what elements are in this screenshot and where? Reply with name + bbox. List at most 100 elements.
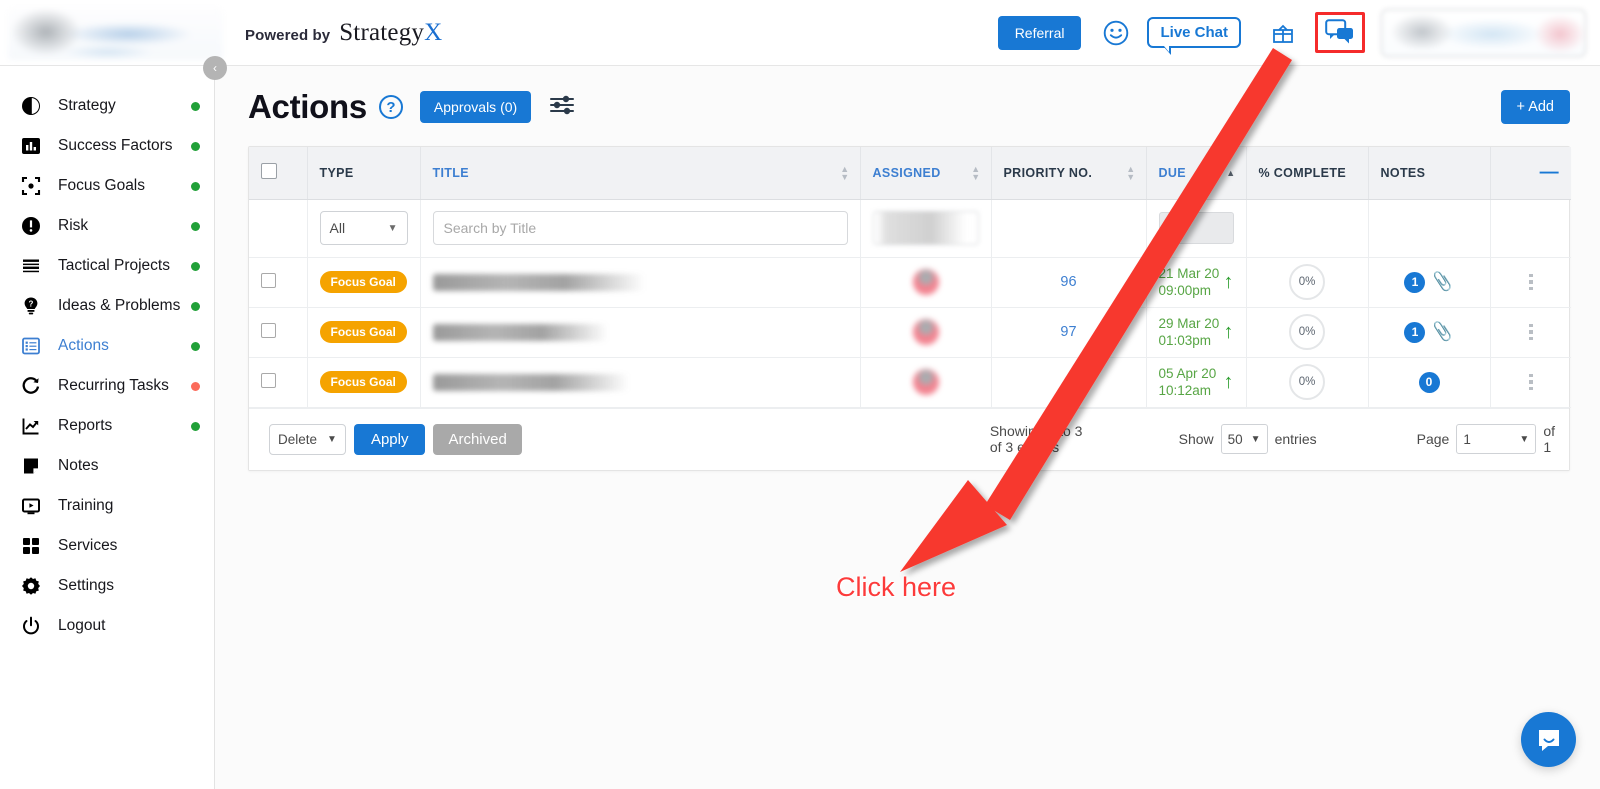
chat-bubbles-button[interactable]	[1315, 12, 1365, 53]
sidebar-collapse-button[interactable]: ‹	[203, 56, 227, 80]
row-assigned-cell	[860, 357, 992, 408]
column-due[interactable]: DUE ▲	[1146, 147, 1247, 200]
row-menu-icon[interactable]	[1503, 373, 1560, 391]
page-value: 1	[1463, 431, 1471, 447]
due-datetime: 05 Apr 20 10:12am	[1159, 365, 1217, 399]
layers-icon	[20, 255, 42, 277]
filter-assigned-cell	[860, 199, 992, 258]
row-select-cell	[249, 307, 308, 358]
row-title-cell[interactable]	[420, 357, 861, 408]
sidebar-item-label: Settings	[58, 577, 115, 594]
row-due-cell: 05 Apr 20 10:12am ↑	[1146, 357, 1247, 408]
chevron-down-icon: ▼	[387, 222, 398, 234]
note-icon	[20, 455, 42, 477]
search-title-input[interactable]	[432, 211, 848, 245]
avatar[interactable]	[912, 269, 939, 295]
sidebar-item-label: Success Factors	[58, 137, 173, 154]
row-complete-cell: 0%	[1246, 357, 1369, 408]
sidebar-item-recurring-tasks[interactable]: Recurring Tasks	[0, 366, 214, 406]
trend-up-icon	[20, 415, 42, 437]
row-title-cell[interactable]	[420, 257, 861, 308]
sidebar-item-success-factors[interactable]: Success Factors	[0, 126, 214, 166]
page-size-select[interactable]: 50 ▼	[1220, 424, 1268, 454]
sidebar-item-strategy[interactable]: Strategy	[0, 86, 214, 126]
bulk-action-select[interactable]: Delete ▼	[269, 423, 346, 455]
row-title-cell[interactable]	[420, 307, 861, 358]
notes-count-badge[interactable]: 0	[1418, 371, 1440, 393]
company-logo[interactable]	[8, 7, 223, 60]
sliders-icon[interactable]	[549, 94, 575, 121]
sidebar-item-settings[interactable]: Settings	[0, 566, 214, 606]
top-bar-actions: Referral Live Chat	[997, 8, 1600, 57]
sidebar-item-focus-goals[interactable]: Focus Goals	[0, 166, 214, 206]
column-actions: —	[1490, 147, 1571, 200]
gift-icon[interactable]	[1271, 21, 1295, 45]
approvals-button[interactable]: Approvals (0)	[419, 91, 532, 123]
percent-complete-ring[interactable]: 0%	[1289, 314, 1325, 350]
sidebar-item-reports[interactable]: Reports	[0, 406, 214, 446]
page-total-label: of 1	[1543, 423, 1555, 455]
avatar[interactable]	[912, 369, 939, 395]
column-label: PRIORITY NO.	[1003, 165, 1093, 180]
paperclip-icon[interactable]: 📎	[1431, 321, 1455, 344]
notes-count-badge[interactable]: 1	[1404, 271, 1426, 293]
row-due-cell: 21 Mar 20 09:00pm ↑	[1146, 257, 1247, 308]
due-date: 05 Apr 20	[1158, 366, 1217, 381]
notes-count-badge[interactable]: 1	[1404, 321, 1426, 343]
sidebar-item-ideas-problems[interactable]: ? Ideas & Problems	[0, 286, 214, 326]
assigned-filter-select[interactable]	[872, 211, 979, 245]
referral-button[interactable]: Referral	[997, 15, 1082, 50]
archived-button[interactable]: Archived	[433, 423, 522, 455]
type-badge: Focus Goal	[319, 271, 407, 293]
row-checkbox[interactable]	[261, 373, 276, 388]
type-filter-select[interactable]: All ▼	[319, 211, 408, 245]
sidebar-item-actions[interactable]: Actions	[0, 326, 214, 366]
row-checkbox[interactable]	[261, 323, 276, 338]
sidebar-item-label: Tactical Projects	[58, 257, 170, 274]
column-title[interactable]: TITLE ▲ ▼	[420, 147, 861, 200]
chevron-down-icon: ▼	[1250, 433, 1261, 445]
column-type[interactable]: TYPE	[307, 147, 421, 200]
smiley-icon[interactable]	[1103, 20, 1129, 46]
add-button[interactable]: + Add	[1500, 90, 1570, 124]
row-checkbox[interactable]	[261, 273, 276, 288]
chevron-down-icon: ▼	[1519, 433, 1530, 445]
sort-icon[interactable]: ▲ ▼	[971, 164, 980, 181]
row-menu-icon[interactable]	[1503, 273, 1560, 291]
avatar[interactable]	[912, 319, 939, 345]
priority-value: 96	[1060, 274, 1077, 290]
minus-icon[interactable]: —	[1503, 163, 1560, 182]
sort-icon-asc[interactable]: ▲	[1226, 168, 1235, 178]
sidebar-item-risk[interactable]: Risk	[0, 206, 214, 246]
help-icon[interactable]: ?	[378, 95, 403, 119]
apply-button[interactable]: Apply	[353, 423, 426, 455]
sidebar-item-services[interactable]: Services	[0, 526, 214, 566]
select-all-checkbox[interactable]	[261, 163, 277, 180]
column-complete: % COMPLETE	[1246, 147, 1369, 200]
percent-complete-ring[interactable]: 0%	[1289, 364, 1325, 400]
live-chat-label: Live Chat	[1160, 24, 1228, 41]
row-menu-icon[interactable]	[1503, 323, 1560, 341]
filter-complete-cell	[1246, 199, 1369, 258]
table-body: All ▼ Search by Title Focus Goal 96 21 M…	[249, 199, 1571, 408]
sidebar-item-training[interactable]: Training	[0, 486, 214, 526]
paperclip-icon[interactable]: 📎	[1431, 271, 1455, 294]
row-notes-cell: 1 📎	[1368, 307, 1491, 358]
sidebar-item-tactical-projects[interactable]: Tactical Projects	[0, 246, 214, 286]
due-filter-input[interactable]	[1158, 212, 1234, 244]
sidebar-item-logout[interactable]: Logout	[0, 606, 214, 646]
page-select[interactable]: 1 ▼	[1456, 424, 1537, 454]
live-chat-button[interactable]: Live Chat	[1147, 17, 1241, 55]
sort-icon[interactable]: ▲ ▼	[1126, 164, 1135, 181]
row-due-cell: 29 Mar 20 01:03pm ↑	[1146, 307, 1247, 358]
intercom-launcher-button[interactable]	[1521, 712, 1576, 767]
sidebar-item-label: Training	[58, 497, 114, 514]
column-assigned[interactable]: ASSIGNED ▲ ▼	[860, 147, 992, 200]
sidebar-item-label: Focus Goals	[58, 177, 146, 194]
percent-complete-ring[interactable]: 0%	[1289, 264, 1325, 300]
sidebar-item-notes[interactable]: Notes	[0, 446, 214, 486]
column-priority[interactable]: PRIORITY NO. ▲ ▼	[991, 147, 1147, 200]
user-account-menu[interactable]	[1381, 8, 1586, 57]
due-time: 01:03pm	[1158, 333, 1212, 348]
sort-icon[interactable]: ▲ ▼	[840, 164, 849, 181]
